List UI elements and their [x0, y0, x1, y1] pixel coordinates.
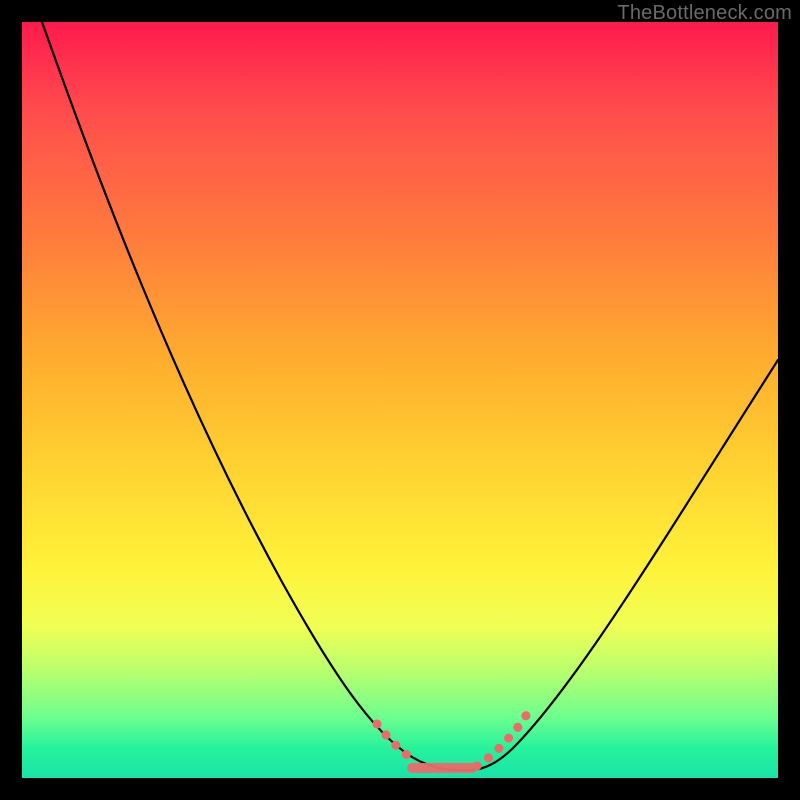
- bottleneck-curve: [22, 22, 778, 778]
- curve-path: [42, 22, 778, 770]
- chart-plot-area: [22, 22, 778, 778]
- chart-frame: TheBottleneck.com: [0, 0, 800, 800]
- watermark-text: TheBottleneck.com: [617, 2, 792, 25]
